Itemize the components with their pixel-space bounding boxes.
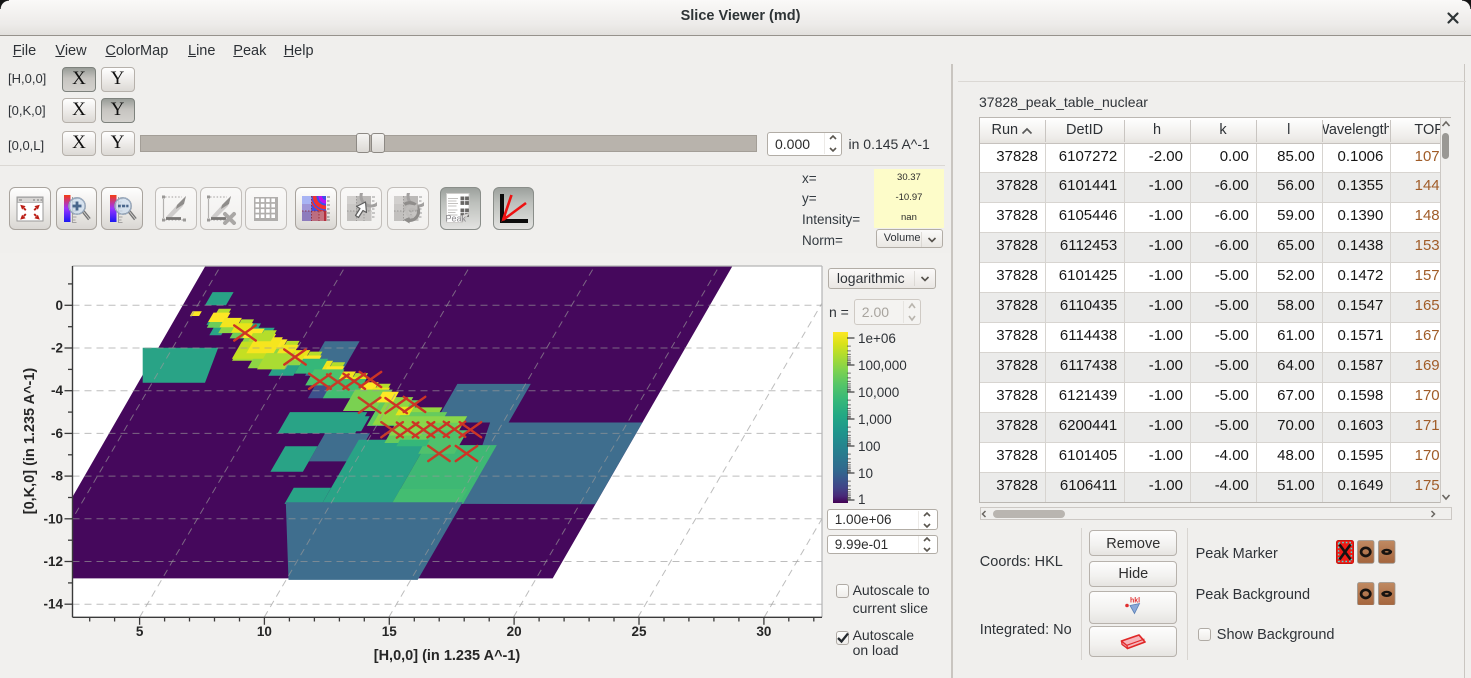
svg-text:-8: -8 <box>51 469 63 484</box>
svg-text:[0,K,0] (in 1.235 A^-1): [0,K,0] (in 1.235 A^-1) <box>22 368 38 515</box>
svg-text:5: 5 <box>136 624 144 639</box>
svg-text:25: 25 <box>631 624 647 639</box>
svg-text:Peak: Peak <box>446 213 467 223</box>
svg-text:-14: -14 <box>43 597 63 612</box>
svg-text:-2: -2 <box>51 341 63 356</box>
svg-text:-12: -12 <box>43 554 63 569</box>
svg-text:30: 30 <box>756 624 771 639</box>
svg-text:-6: -6 <box>51 426 63 441</box>
svg-text:-4: -4 <box>51 383 63 398</box>
svg-text:20: 20 <box>507 624 522 639</box>
svg-text:[H,0,0] (in 1.235 A^-1): [H,0,0] (in 1.235 A^-1) <box>374 648 521 664</box>
svg-text:10: 10 <box>257 624 272 639</box>
svg-text:15: 15 <box>382 624 398 639</box>
svg-text:-10: -10 <box>43 511 63 526</box>
svg-text:0: 0 <box>55 298 63 313</box>
